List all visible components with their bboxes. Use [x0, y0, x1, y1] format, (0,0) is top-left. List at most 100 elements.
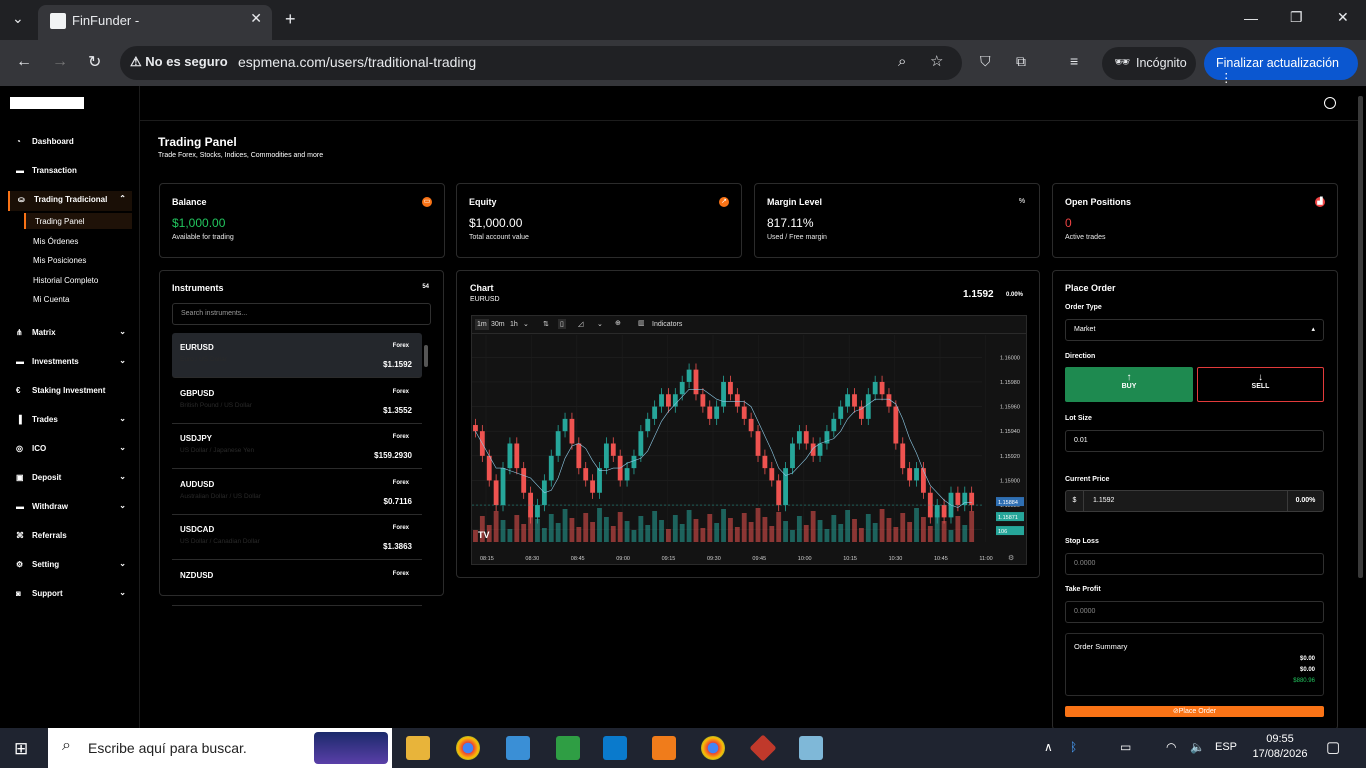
timeframe-dropdown-icon[interactable]: ⌄	[523, 320, 529, 328]
reload-icon[interactable]: ↻	[88, 52, 101, 72]
url-text[interactable]: espmena.com/users/traditional-trading	[238, 54, 476, 70]
y-tick-label: 1.15920	[1000, 454, 1020, 460]
clock[interactable]: 09:55 17/08/2026	[1248, 733, 1312, 760]
bluetooth-icon[interactable]: ᛒ	[1070, 740, 1077, 754]
indicators-icon[interactable]: ▥	[638, 319, 645, 327]
sidebar-item-transaction[interactable]: ▬ Transaction	[8, 162, 132, 182]
take-profit-label: Take Profit	[1065, 586, 1101, 593]
shield-extension-icon[interactable]: ⛉	[980, 53, 991, 70]
sell-button[interactable]: ↓ SELL	[1197, 367, 1324, 402]
sidebar-item-referrals[interactable]: ⌘ Referrals	[8, 527, 132, 547]
instrument-row-nzdusd[interactable]: NZDUSD Forex	[172, 561, 422, 606]
forward-icon[interactable]: →	[52, 53, 68, 71]
window-close-icon[interactable]: ✕	[1337, 9, 1349, 26]
page-title: Trading Panel	[158, 135, 237, 149]
sidebar-item-deposit[interactable]: ▣ Deposit ⌄	[8, 469, 132, 489]
instrument-category: Forex	[392, 525, 409, 531]
submenu-item-historial-completo[interactable]: Historial Completo	[24, 272, 132, 288]
compare-icon[interactable]: ⇅	[543, 320, 549, 328]
submenu-item-mi-cuenta[interactable]: Mi Cuenta	[24, 291, 132, 307]
sidebar-item-support[interactable]: ◙ Support ⌄	[8, 585, 132, 605]
sidebar-item-trading-tradicional[interactable]: ⛀ Trading Tradicional ⌃	[8, 191, 132, 211]
update-button[interactable]: Finalizar actualización ⋮	[1204, 47, 1358, 85]
instrument-name: Australian Dollar / US Dollar	[180, 492, 261, 500]
taskbar-search[interactable]: ⌕ Escribe aquí para buscar.	[48, 728, 392, 768]
sidebar-item-staking-investment[interactable]: € Staking Investment	[8, 382, 132, 402]
chart-title: Chart	[470, 283, 494, 293]
stat-value: 0	[1065, 216, 1072, 230]
stat-value: 817.11%	[767, 216, 814, 230]
extensions-icon[interactable]: ⧉	[1016, 53, 1026, 70]
instrument-search-input[interactable]: Search instruments...	[172, 303, 431, 325]
chrome-icon[interactable]	[456, 736, 480, 760]
instrument-row-usdjpy[interactable]: USDJPY Forex US Dollar / Japanese Yen $1…	[172, 424, 422, 469]
y-tick-label: 1.15980	[1000, 380, 1020, 386]
submenu-item-mis-posiciones[interactable]: Mis Posiciones	[24, 252, 132, 268]
vscode-icon[interactable]	[603, 736, 627, 760]
file-explorer-icon[interactable]	[406, 736, 430, 760]
tab-close-icon[interactable]: ✕	[250, 10, 262, 27]
lot-size-input[interactable]: 0.01	[1065, 430, 1324, 452]
language-indicator[interactable]: ESP	[1215, 741, 1237, 753]
sidebar-item-trades[interactable]: ▐ Trades ⌄	[8, 411, 132, 431]
volume-bar	[879, 509, 885, 542]
instrument-row-gbpusd[interactable]: GBPUSD Forex British Pound / US Dollar $…	[172, 379, 422, 424]
candlestick-chart[interactable]: 1.16000 1.15980 1.15960 1.15940 1.15920 1.159…	[472, 335, 1026, 565]
instrument-row-usdcad[interactable]: USDCAD Forex US Dollar / Canadian Dollar…	[172, 515, 422, 560]
zoom-icon[interactable]: ⌕	[898, 53, 906, 70]
chart-widget[interactable]: 1m 30m 1h ⌄ ⇅ ▯ ◿ ⌄ ⊕ ▥ Indicators 1.160…	[471, 315, 1027, 565]
instrument-list-scrollbar[interactable]	[424, 345, 428, 367]
app-icon-1[interactable]	[506, 736, 530, 760]
tab-search-icon[interactable]: ⌄	[12, 10, 24, 27]
media-control-icon[interactable]: ≡	[1070, 53, 1078, 69]
bookmark-star-icon[interactable]: ☆	[930, 52, 943, 70]
candles-icon[interactable]: ▯	[558, 319, 566, 329]
instrument-row-audusd[interactable]: AUDUSD Forex Australian Dollar / US Doll…	[172, 470, 422, 515]
windows-start-icon[interactable]: ⊞	[14, 739, 28, 759]
back-icon[interactable]: ←	[16, 53, 32, 71]
omnibox[interactable]: ⚠ No es seguro espmena.com/users/traditi…	[120, 46, 962, 80]
timeframe-1h[interactable]: 1h	[510, 321, 518, 328]
volume-icon[interactable]: 🔈	[1190, 740, 1205, 754]
area-chart-icon[interactable]: ◿	[578, 320, 583, 328]
order-type-select[interactable]: Market ▴	[1065, 319, 1324, 341]
restore-icon[interactable]: ❐	[1290, 9, 1303, 26]
buy-button[interactable]: ↑ BUY	[1065, 367, 1193, 402]
browser-tab[interactable]: FinFunder - ✕	[38, 5, 272, 40]
not-secure-label[interactable]: ⚠ No es seguro	[130, 54, 228, 70]
notifications-icon[interactable]: ▢	[1326, 738, 1340, 756]
place-order-button[interactable]: ⊘Place Order	[1065, 706, 1324, 717]
take-profit-input[interactable]: 0.0000	[1065, 601, 1324, 623]
page-scrollbar[interactable]	[1358, 96, 1363, 578]
candle-body	[914, 468, 919, 481]
sidebar-item-ico[interactable]: ◎ ICO ⌄	[8, 440, 132, 460]
submenu-item-trading-panel[interactable]: Trading Panel	[24, 213, 132, 229]
tray-chevron-icon[interactable]: ∧	[1044, 740, 1053, 754]
incognito-button[interactable]: 🕶 Incógnito	[1102, 47, 1196, 80]
xampp-icon[interactable]	[652, 736, 676, 760]
timeframe-1m[interactable]: 1m	[475, 319, 489, 330]
git-icon[interactable]	[749, 734, 777, 762]
timeframe-30m[interactable]: 30m	[491, 321, 505, 328]
chrome-profile-icon[interactable]	[701, 736, 725, 760]
submenu-item-mis-órdenes[interactable]: Mis Órdenes	[24, 233, 132, 249]
add-indicator-icon[interactable]: ⊕	[615, 319, 621, 327]
wifi-icon[interactable]: ◠	[1166, 740, 1176, 754]
user-avatar-icon[interactable]	[1324, 97, 1336, 109]
battery-icon[interactable]: ▭	[1120, 740, 1131, 754]
indicators-button[interactable]: Indicators	[652, 321, 682, 328]
sidebar-item-setting[interactable]: ⚙ Setting ⌄	[8, 556, 132, 576]
sidebar-item-withdraw[interactable]: ▬ Withdraw ⌄	[8, 498, 132, 518]
instrument-row-eurusd[interactable]: EURUSD Forex Euro / US Dollar $1.1592	[172, 333, 422, 378]
minimize-icon[interactable]: —	[1244, 10, 1258, 26]
app-icon-3[interactable]	[799, 736, 823, 760]
new-tab-icon[interactable]: +	[285, 9, 296, 30]
chart-type-dropdown-icon[interactable]: ⌄	[597, 320, 603, 328]
sidebar-item-dashboard[interactable]: ◔ Dashboard	[8, 133, 132, 153]
instrument-symbol: EURUSD	[180, 343, 214, 352]
stop-loss-input[interactable]: 0.0000	[1065, 553, 1324, 575]
sidebar-item-matrix[interactable]: ⋔ Matrix ⌄	[8, 324, 132, 344]
volume-bar	[514, 515, 520, 542]
sidebar-item-investments[interactable]: ▬ Investments ⌄	[8, 353, 132, 373]
app-icon-2[interactable]	[556, 736, 580, 760]
